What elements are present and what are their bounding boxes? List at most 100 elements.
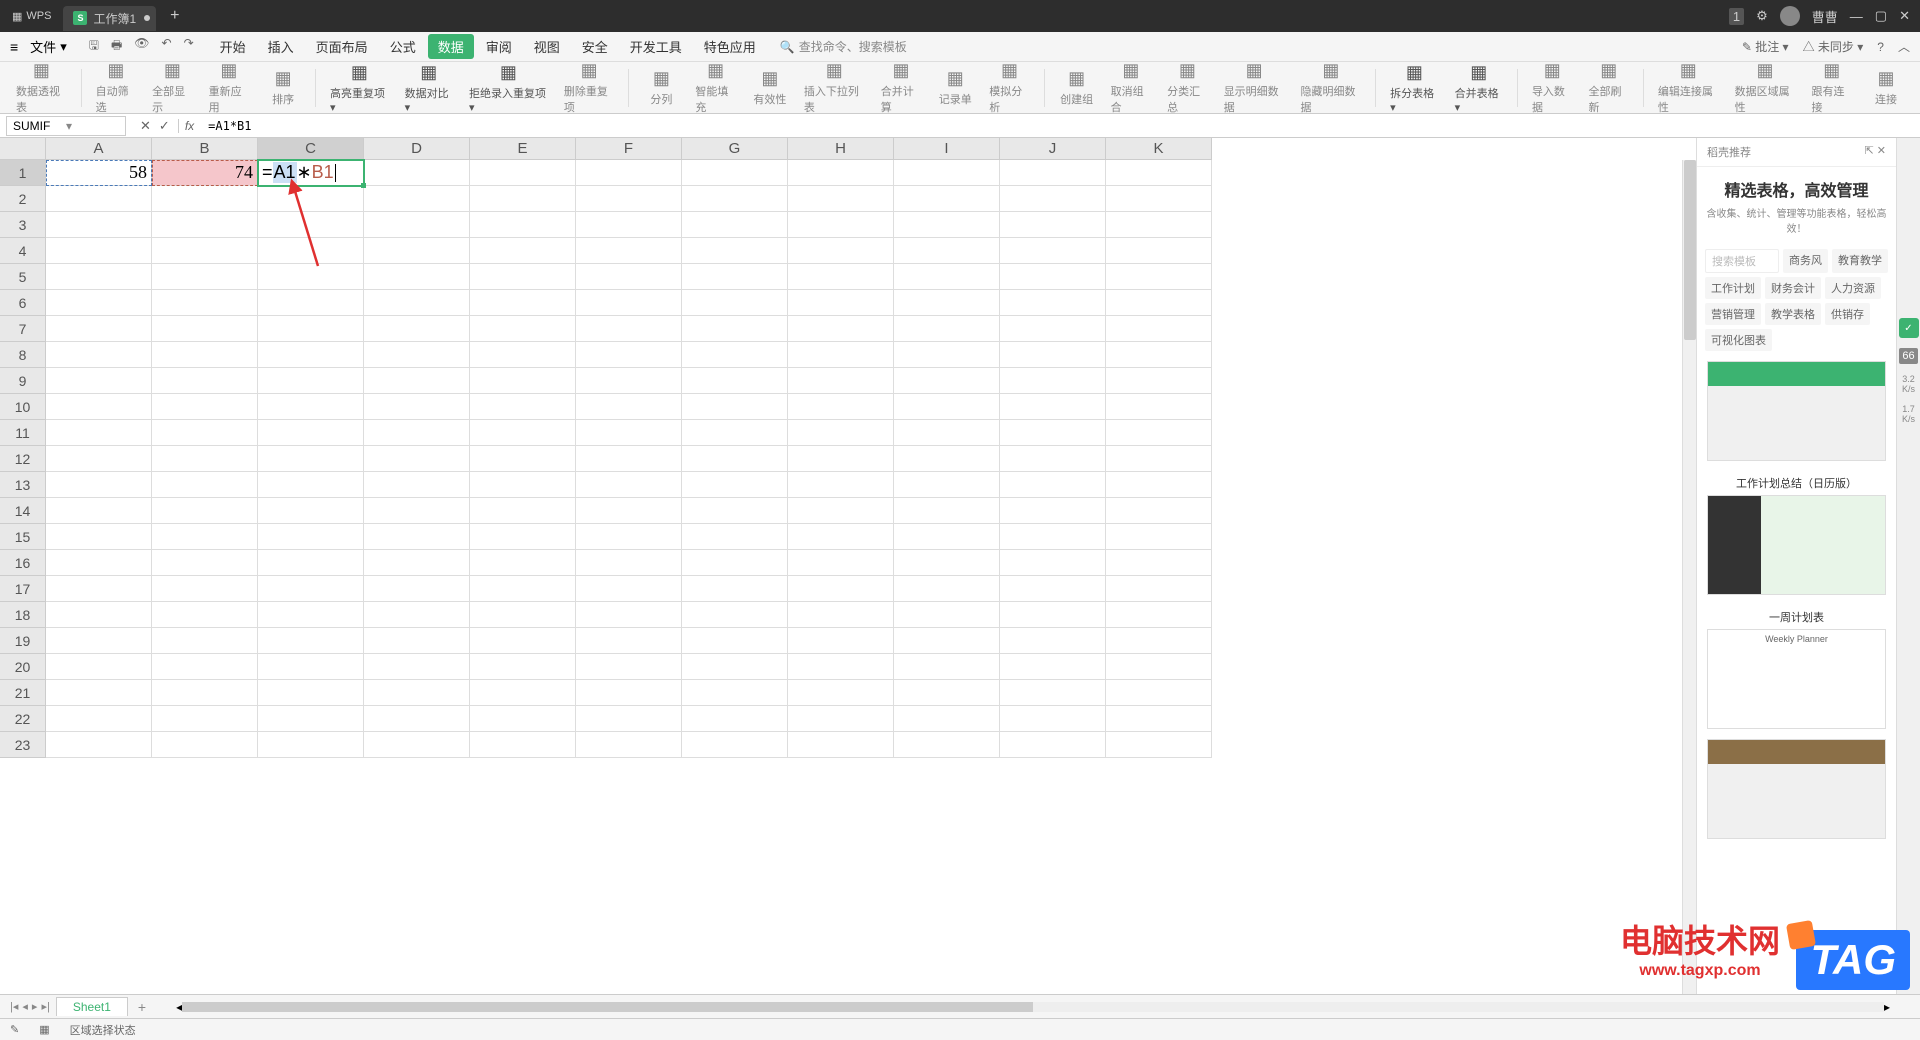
cell-E22[interactable] [470,706,576,732]
cell-B3[interactable] [152,212,258,238]
cell-J13[interactable] [1000,472,1106,498]
cell-H4[interactable] [788,238,894,264]
cell-G17[interactable] [682,576,788,602]
cell-A18[interactable] [46,602,152,628]
cell-B14[interactable] [152,498,258,524]
cell-I5[interactable] [894,264,1000,290]
cell-C17[interactable] [258,576,364,602]
row-header-21[interactable]: 21 [0,680,46,706]
cell-G10[interactable] [682,394,788,420]
cell-C4[interactable] [258,238,364,264]
cell-C19[interactable] [258,628,364,654]
cell-J6[interactable] [1000,290,1106,316]
cell-C3[interactable] [258,212,364,238]
cell-I10[interactable] [894,394,1000,420]
filter-5[interactable]: 营销管理 [1705,303,1761,325]
cell-A13[interactable] [46,472,152,498]
cell-A1[interactable]: 58 [46,160,152,186]
cell-B21[interactable] [152,680,258,706]
cell-E21[interactable] [470,680,576,706]
cell-B7[interactable] [152,316,258,342]
cell-K2[interactable] [1106,186,1212,212]
cell-C22[interactable] [258,706,364,732]
row-header-4[interactable]: 4 [0,238,46,264]
cell-F22[interactable] [576,706,682,732]
cell-J14[interactable] [1000,498,1106,524]
cell-F10[interactable] [576,394,682,420]
cell-B15[interactable] [152,524,258,550]
cell-D10[interactable] [364,394,470,420]
cell-F20[interactable] [576,654,682,680]
cell-A12[interactable] [46,446,152,472]
cell-J22[interactable] [1000,706,1106,732]
cell-C15[interactable] [258,524,364,550]
cell-G22[interactable] [682,706,788,732]
cell-G20[interactable] [682,654,788,680]
cell-D6[interactable] [364,290,470,316]
row-header-11[interactable]: 11 [0,420,46,446]
sheet-tab-sheet1[interactable]: Sheet1 [56,997,128,1016]
cell-E17[interactable] [470,576,576,602]
cell-C7[interactable] [258,316,364,342]
cell-F4[interactable] [576,238,682,264]
cell-D5[interactable] [364,264,470,290]
select-all-corner[interactable] [0,138,46,160]
cell-C16[interactable] [258,550,364,576]
ribbon-7[interactable]: ▦拒绝录入重复项 ▾ [463,62,554,114]
cell-J7[interactable] [1000,316,1106,342]
sheet-nav-next[interactable]: ▸ [32,1000,38,1013]
redo-icon[interactable]: ↷ [184,36,194,57]
cell-G18[interactable] [682,602,788,628]
cell-K10[interactable] [1106,394,1212,420]
col-header-B[interactable]: B [152,138,258,160]
cell-H6[interactable] [788,290,894,316]
cell-J2[interactable] [1000,186,1106,212]
cell-F5[interactable] [576,264,682,290]
col-header-I[interactable]: I [894,138,1000,160]
template-item[interactable]: 一周计划表Weekly Planner [1707,605,1886,729]
cell-B6[interactable] [152,290,258,316]
cell-H8[interactable] [788,342,894,368]
gift-icon[interactable]: ⚙ [1756,8,1768,24]
cell-C21[interactable] [258,680,364,706]
cell-A8[interactable] [46,342,152,368]
filter-2[interactable]: 工作计划 [1705,277,1761,299]
col-header-J[interactable]: J [1000,138,1106,160]
cell-A7[interactable] [46,316,152,342]
close-button[interactable]: ✕ [1899,8,1910,24]
cell-F18[interactable] [576,602,682,628]
cell-F15[interactable] [576,524,682,550]
cell-D1[interactable] [364,160,470,186]
filter-1[interactable]: 教育教学 [1832,249,1888,273]
cell-J5[interactable] [1000,264,1106,290]
cell-B17[interactable] [152,576,258,602]
cell-H15[interactable] [788,524,894,550]
cell-J4[interactable] [1000,238,1106,264]
col-header-C[interactable]: C [258,138,364,160]
cell-C14[interactable] [258,498,364,524]
cell-H11[interactable] [788,420,894,446]
cell-K3[interactable] [1106,212,1212,238]
cell-D19[interactable] [364,628,470,654]
cell-H3[interactable] [788,212,894,238]
menu-tab-3[interactable]: 公式 [380,34,426,59]
cell-K5[interactable] [1106,264,1212,290]
cell-J20[interactable] [1000,654,1106,680]
cell-I15[interactable] [894,524,1000,550]
cell-F11[interactable] [576,420,682,446]
cell-J1[interactable] [1000,160,1106,186]
cell-G19[interactable] [682,628,788,654]
template-item[interactable]: 工作计划总结（日历版） [1707,471,1886,595]
cell-D23[interactable] [364,732,470,758]
cell-I14[interactable] [894,498,1000,524]
help-icon[interactable]: ? [1877,40,1884,54]
cell-H19[interactable] [788,628,894,654]
row-header-13[interactable]: 13 [0,472,46,498]
document-tab[interactable]: S 工作簿1 [63,6,156,31]
cell-F3[interactable] [576,212,682,238]
cell-I2[interactable] [894,186,1000,212]
cell-E10[interactable] [470,394,576,420]
cell-C18[interactable] [258,602,364,628]
cell-D17[interactable] [364,576,470,602]
print-icon[interactable]: 🖶 [111,36,122,57]
